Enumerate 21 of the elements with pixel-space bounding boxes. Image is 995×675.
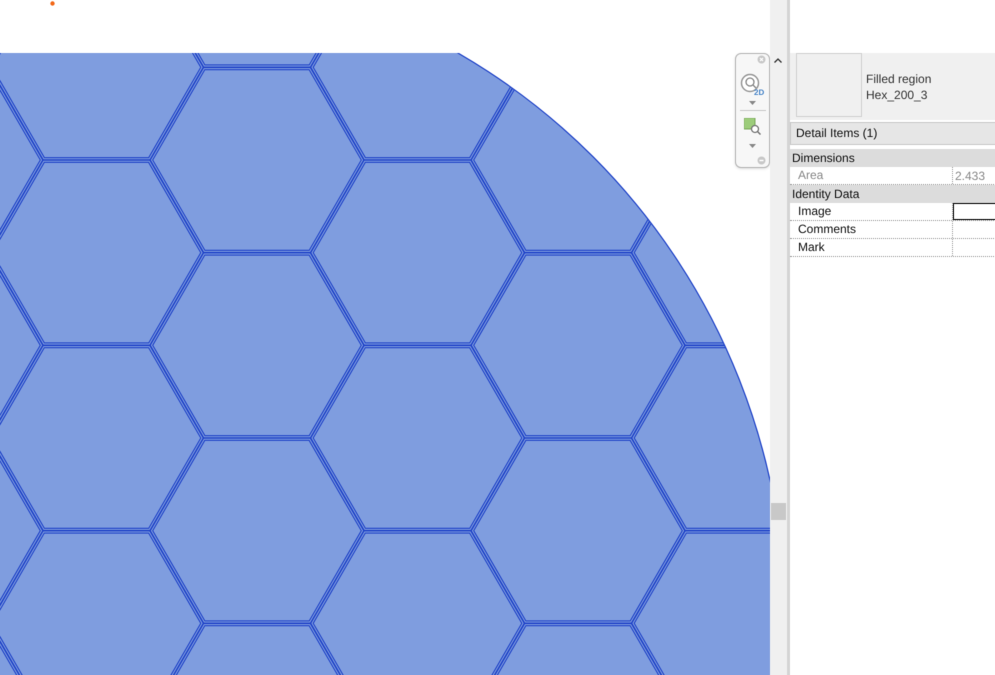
type-preview: [796, 53, 862, 117]
scrollbar[interactable]: [770, 0, 787, 675]
property-label: Image: [790, 203, 953, 220]
instance-filter-dropdown[interactable]: Detail Items (1): [790, 122, 995, 145]
family-name: Filled region: [866, 70, 932, 86]
type-selector[interactable]: Filled region Hex_200_3: [790, 53, 995, 120]
caret-icon[interactable]: [749, 101, 756, 105]
caret-icon[interactable]: [749, 144, 756, 148]
minimize-icon[interactable]: [757, 156, 766, 165]
marker-dot-icon: [50, 1, 55, 6]
group-header[interactable]: Dimensions: [790, 149, 995, 167]
scroll-up-icon[interactable]: [774, 58, 782, 63]
type-name: Hex_200_3: [866, 86, 928, 102]
zoom-region-icon[interactable]: [744, 118, 761, 135]
close-icon[interactable]: [757, 55, 766, 64]
property-label: Area: [790, 167, 953, 184]
property-value-field[interactable]: [953, 203, 995, 220]
property-label: Comments: [790, 221, 953, 238]
property-label: Mark: [790, 239, 953, 256]
group-header[interactable]: Identity Data: [790, 185, 995, 203]
scrollbar-thumb[interactable]: [771, 503, 786, 520]
